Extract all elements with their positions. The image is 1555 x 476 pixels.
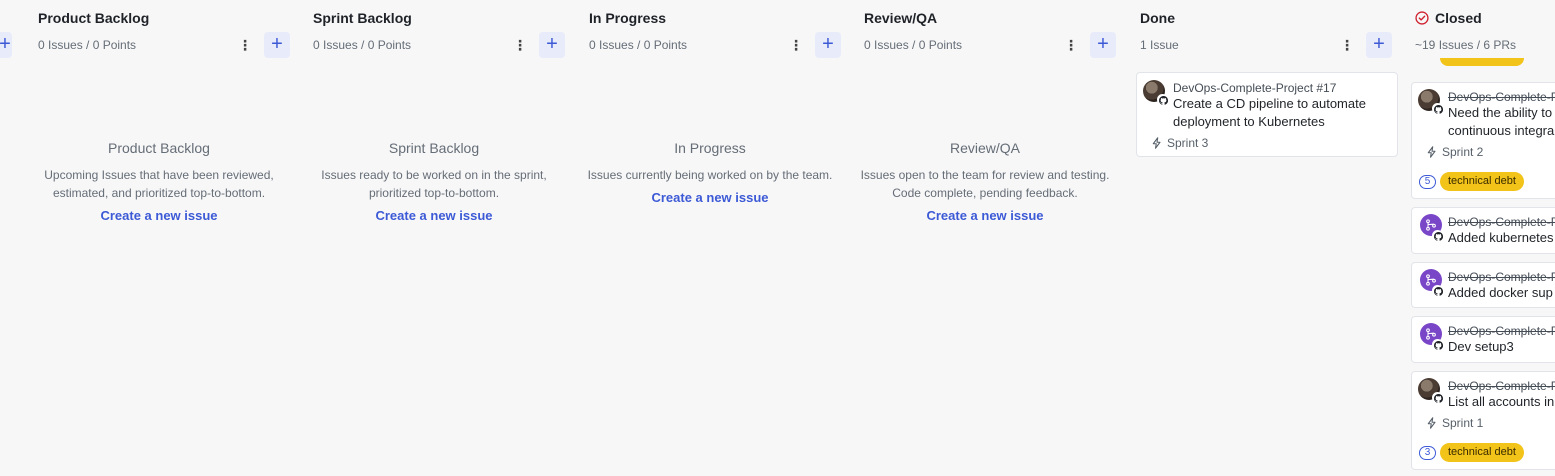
column-count: 0 Issues / 0 Points — [313, 38, 412, 52]
column-count-closed: ~19 Issues / 6 PRs — [1415, 38, 1517, 52]
issue-repo: DevOps-Complete-P — [1448, 379, 1555, 393]
add-issue-button[interactable]: + — [1090, 32, 1116, 58]
github-icon — [1432, 103, 1444, 115]
column-in-progress: In Progress 0 Issues / 0 Points ⋮ + In P… — [588, 0, 865, 476]
create-issue-link[interactable]: Create a new issue — [840, 208, 1130, 223]
empty-state-description: Issues currently being worked on by the … — [587, 168, 833, 182]
column-sprint-backlog: Sprint Backlog 0 Issues / 0 Points ⋮ + S… — [313, 0, 589, 476]
empty-state-title: Review/QA — [949, 140, 1021, 156]
add-issue-button[interactable]: + — [264, 32, 290, 58]
github-icon — [1432, 392, 1444, 404]
column-title: Review/QA — [864, 10, 938, 26]
pr-card[interactable]: DevOps-Complete-P Dev setup3 — [1411, 316, 1555, 363]
column-title: In Progress — [589, 10, 667, 26]
add-issue-button[interactable]: + — [815, 32, 841, 58]
column-review-qa: Review/QA 0 Issues / 0 Points ⋮ + Review… — [861, 0, 1140, 476]
pr-title[interactable]: Dev setup3 — [1448, 338, 1514, 356]
pr-card[interactable]: DevOps-Complete-P Added kubernetes — [1411, 207, 1555, 254]
add-issue-button[interactable]: + — [1366, 32, 1392, 58]
more-options-icon[interactable]: ⋮ — [789, 38, 803, 54]
column-count: 0 Issues / 0 Points — [38, 38, 137, 52]
column-product-backlog: Product Backlog 0 Issues / 0 Points ⋮ + … — [38, 0, 314, 476]
kanban-board: + Product Backlog 0 Issues / 0 Points ⋮ … — [0, 0, 1555, 476]
issue-title[interactable]: Create a CD pipeline to automate — [1173, 95, 1366, 113]
more-options-icon[interactable]: ⋮ — [238, 38, 252, 54]
issue-title[interactable]: List all accounts in — [1448, 393, 1554, 411]
column-count: 0 Issues / 0 Points — [589, 38, 688, 52]
create-issue-link[interactable]: Create a new issue — [565, 190, 855, 205]
github-icon — [1157, 94, 1169, 106]
sprint-tag: Sprint 1 — [1426, 416, 1483, 430]
lightning-icon — [1152, 137, 1161, 149]
issue-card[interactable]: DevOps-Complete-Project #17 Create a CD … — [1136, 72, 1398, 157]
github-icon — [1432, 339, 1444, 351]
empty-state-description: Issues ready to be worked on in the spri… — [321, 168, 547, 200]
empty-state-description: Upcoming Issues that have been reviewed,… — [44, 168, 274, 200]
issue-card[interactable]: DevOps-Complete-P List all accounts in S… — [1411, 371, 1555, 470]
sprint-tag: Sprint 2 — [1426, 145, 1483, 159]
empty-state-description: Issues open to the team for review and t… — [860, 168, 1110, 200]
estimate-badge: 3 — [1419, 446, 1436, 460]
github-icon — [1432, 230, 1444, 242]
empty-state-title: Sprint Backlog — [388, 140, 480, 156]
issue-card[interactable]: DevOps-Complete-P Need the ability to co… — [1411, 82, 1555, 199]
empty-state: Product Backlog Upcoming Issues that hav… — [14, 140, 304, 223]
column-count: 1 Issue — [1140, 38, 1179, 52]
column-title: Done — [1140, 10, 1175, 26]
issue-repo: DevOps-Complete-Project #17 — [1173, 81, 1337, 95]
sprint-tag: Sprint 3 — [1151, 136, 1208, 150]
column-title: Product Backlog — [38, 10, 150, 26]
empty-state: Sprint Backlog Issues ready to be worked… — [289, 140, 579, 223]
pr-repo: DevOps-Complete-P — [1448, 324, 1555, 338]
empty-state-title: In Progress — [674, 140, 746, 156]
column-count: 0 Issues / 0 Points — [864, 38, 963, 52]
pr-title[interactable]: Added docker sup — [1448, 284, 1553, 302]
lightning-icon — [1427, 417, 1436, 429]
label-technical-debt[interactable]: technical debt — [1440, 443, 1524, 462]
github-icon — [1432, 285, 1444, 297]
check-circle-icon — [1415, 11, 1429, 30]
column-title: Sprint Backlog — [313, 10, 412, 26]
empty-state: In Progress Issues currently being worke… — [565, 140, 855, 205]
pr-repo: DevOps-Complete-P — [1448, 270, 1555, 284]
empty-state-title: Product Backlog — [108, 140, 210, 156]
issue-title-line2[interactable]: continuous integra — [1448, 122, 1554, 140]
label-pill-partial — [1440, 58, 1524, 66]
column-title-closed: Closed — [1435, 10, 1482, 26]
more-options-icon[interactable]: ⋮ — [513, 38, 527, 54]
empty-state: Review/QA Issues open to the team for re… — [840, 140, 1130, 223]
issue-title[interactable]: Need the ability to — [1448, 104, 1552, 122]
add-issue-button[interactable]: + — [539, 32, 565, 58]
pr-repo: DevOps-Complete-P — [1448, 215, 1555, 229]
pr-card[interactable]: DevOps-Complete-P Added docker sup — [1411, 262, 1555, 308]
issue-repo: DevOps-Complete-P — [1448, 90, 1555, 104]
pr-title[interactable]: Added kubernetes — [1448, 229, 1554, 247]
issue-title-line2[interactable]: deployment to Kubernetes — [1173, 113, 1325, 131]
add-issue-button-offscreen[interactable]: + — [0, 32, 12, 58]
create-issue-link[interactable]: Create a new issue — [289, 208, 579, 223]
more-options-icon[interactable]: ⋮ — [1064, 38, 1078, 54]
lightning-icon — [1427, 146, 1436, 158]
create-issue-link[interactable]: Create a new issue — [14, 208, 304, 223]
more-options-icon[interactable]: ⋮ — [1340, 38, 1354, 54]
label-technical-debt[interactable]: technical debt — [1440, 172, 1524, 191]
estimate-badge: 5 — [1419, 175, 1436, 189]
